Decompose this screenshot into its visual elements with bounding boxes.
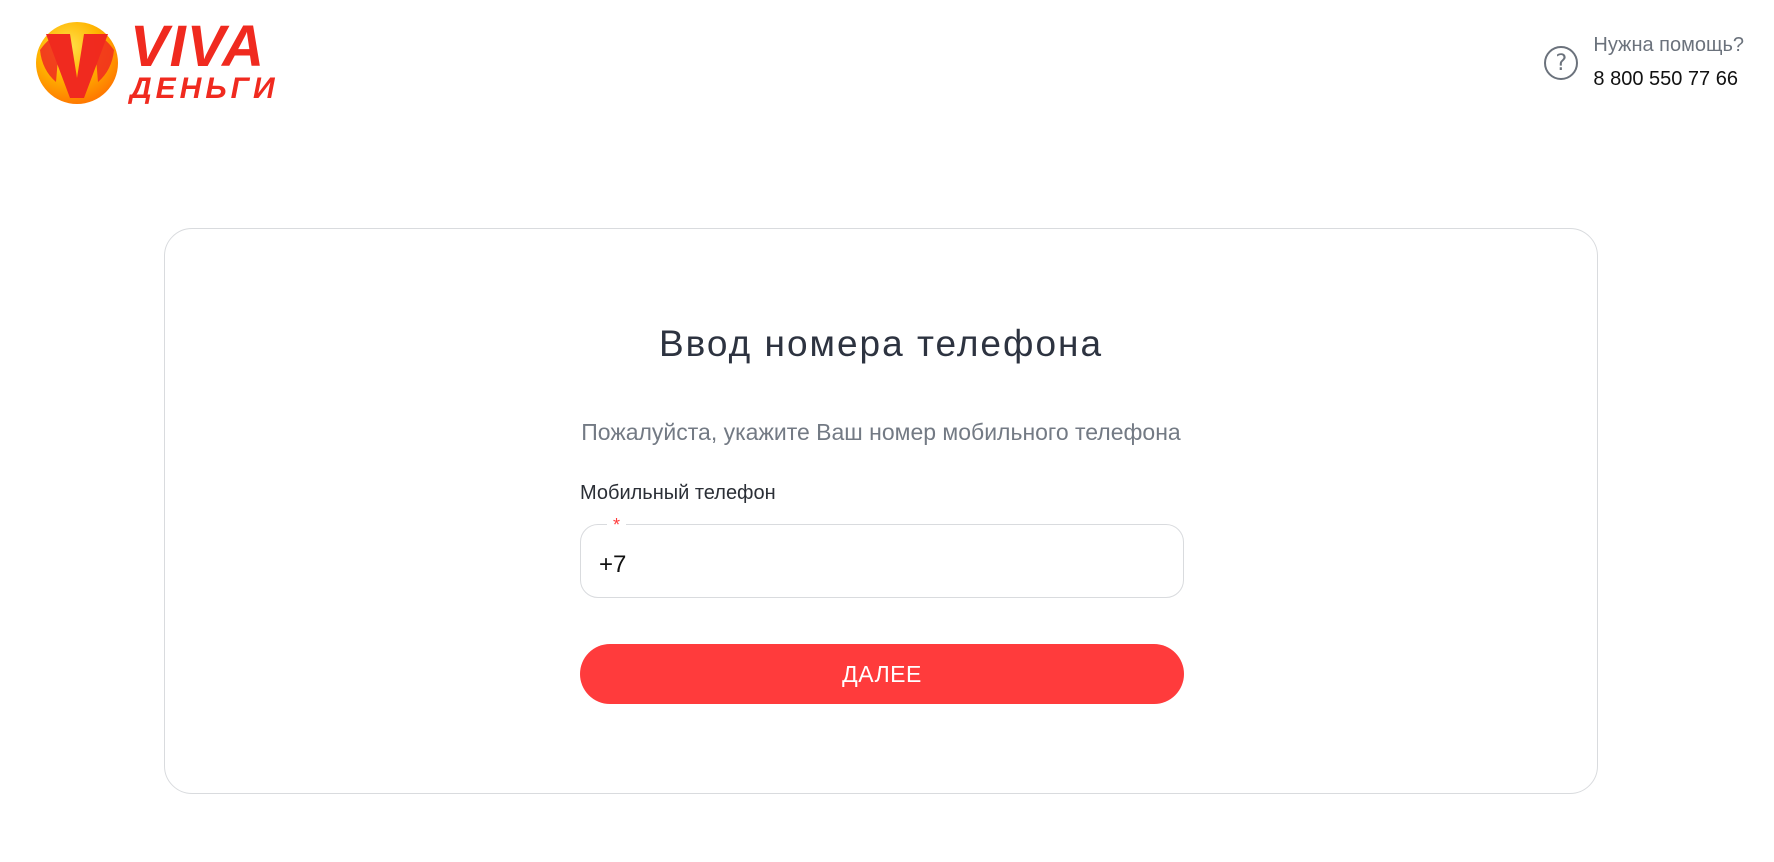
logo-text: VIVA ДЕНЬГИ xyxy=(130,18,279,105)
phone-input[interactable] xyxy=(599,525,1159,601)
logo-line-dengi: ДЕНЬГИ xyxy=(130,72,279,105)
help-block: ? Нужна помощь? 8 800 550 77 66 xyxy=(1544,32,1744,92)
next-button[interactable]: ДАЛЕЕ xyxy=(580,644,1184,704)
page-title: Ввод номера телефона xyxy=(658,323,1104,364)
page-subtitle: Пожалуйста, укажите Ваш номер мобильного… xyxy=(581,419,1181,445)
phone-entry-card: Ввод номера телефона Пожалуйста, укажите… xyxy=(164,228,1598,794)
header: VIVA ДЕНЬГИ ? Нужна помощь? 8 800 550 77… xyxy=(0,0,1774,130)
help-title: Нужна помощь? xyxy=(1593,34,1744,56)
help-text: Нужна помощь? 8 800 550 77 66 xyxy=(1593,32,1744,92)
logo-line-viva: VIVA xyxy=(130,14,266,79)
phone-field-label: Мобильный телефон xyxy=(580,482,776,504)
phone-field: * xyxy=(580,515,1184,601)
help-phone-link[interactable]: 8 800 550 77 66 xyxy=(1593,66,1744,92)
question-circle-icon[interactable]: ? xyxy=(1544,46,1579,80)
logo[interactable]: VIVA ДЕНЬГИ xyxy=(34,18,279,106)
viva-logo-icon xyxy=(36,22,118,104)
